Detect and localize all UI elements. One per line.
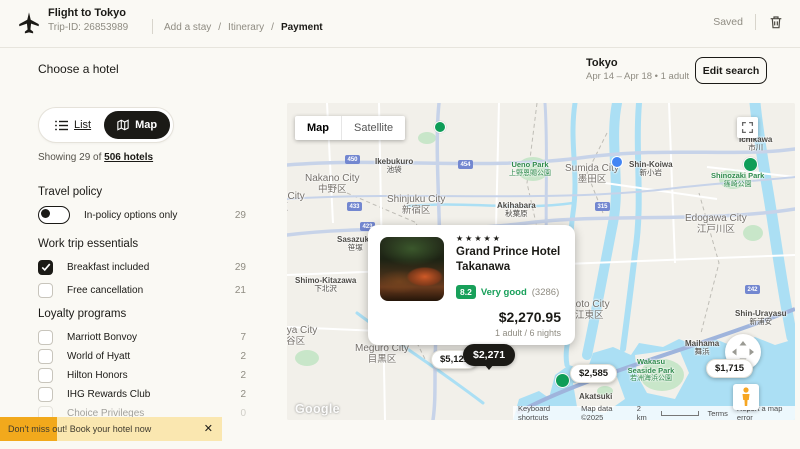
saved-status: Saved <box>713 16 743 28</box>
ihg-label: IHG Rewards Club <box>67 389 150 400</box>
hilton-label: Hilton Honors <box>67 370 128 381</box>
airplane-icon <box>16 10 42 36</box>
filter-row-breakfast: Breakfast included 29 <box>38 258 246 276</box>
hotel-card[interactable]: ★★★★★ Grand Prince Hotel Takanawa 8.2 Ve… <box>368 225 575 345</box>
google-logo: Google <box>295 402 340 416</box>
filter-row-marriott: Marriott Bonvoy 7 <box>38 328 246 346</box>
hotel-name: Grand Prince Hotel Takanawa <box>456 245 560 275</box>
ihg-checkbox[interactable] <box>38 387 53 402</box>
breakfast-count: 29 <box>235 262 246 273</box>
filter-row-cancellation: Free cancellation 21 <box>38 281 246 299</box>
map-type-satellite-button[interactable]: Satellite <box>341 116 405 140</box>
trip-title: Flight to Tokyo <box>48 7 126 19</box>
keyboard-shortcuts-link[interactable]: Keyboard shortcuts <box>518 404 572 420</box>
breadcrumb-separator: / <box>218 22 221 33</box>
hyatt-label: World of Hyatt <box>67 351 130 362</box>
promo-banner-text: Don't miss out! Book your hotel now <box>8 424 151 434</box>
in-policy-toggle[interactable] <box>38 206 70 224</box>
transit-poi-icon <box>611 156 623 168</box>
free-cancellation-checkbox[interactable] <box>38 283 53 298</box>
free-cancellation-count: 21 <box>235 285 246 296</box>
search-summary: Tokyo Apr 14 – Apr 18 • 1 adult <box>586 57 689 82</box>
scale-label: 2 km <box>637 404 651 420</box>
ihg-count: 2 <box>240 389 246 400</box>
breakfast-label: Breakfast included <box>67 262 149 273</box>
scale-bar <box>661 411 698 416</box>
close-icon[interactable]: ✕ <box>204 422 213 435</box>
promo-banner: Don't miss out! Book your hotel now ✕ <box>0 417 222 441</box>
hotel-price: $2,270.95 <box>495 309 561 325</box>
hilton-checkbox[interactable] <box>38 368 53 383</box>
results-summary: Showing 29 of 506 hotels <box>38 152 153 163</box>
review-count: (3286) <box>532 287 559 298</box>
hyatt-checkbox[interactable] <box>38 349 53 364</box>
list-view-button[interactable]: List <box>42 119 104 131</box>
edit-search-button[interactable]: Edit search <box>695 57 767 84</box>
hotel-rating: 8.2 Very good (3286) <box>456 285 559 299</box>
hotel-stars: ★★★★★ <box>456 234 502 243</box>
marriott-label: Marriott Bonvoy <box>67 332 137 343</box>
pegman-control[interactable] <box>733 384 759 410</box>
price-pin[interactable]: $1,715 <box>706 359 753 378</box>
work-trip-title: Work trip essentials <box>38 238 138 250</box>
park-poi-icon <box>743 157 758 172</box>
filter-row-hilton: Hilton Honors 2 <box>38 366 246 384</box>
breadcrumb-separator: / <box>271 22 274 33</box>
in-policy-label: In-policy options only <box>84 210 177 221</box>
map-view-label: Map <box>135 119 157 131</box>
map-type-control: Map Satellite <box>295 116 405 140</box>
filter-row-ihg: IHG Rewards Club 2 <box>38 385 246 403</box>
dates-occupancy-label: Apr 14 – Apr 18 • 1 adult <box>586 71 689 82</box>
filter-row-hyatt: World of Hyatt 2 <box>38 347 246 365</box>
top-header: Flight to Tokyo Trip-ID: 26853989 Add a … <box>0 0 800 48</box>
fullscreen-icon <box>741 121 754 134</box>
check-icon <box>41 262 51 272</box>
marriott-count: 7 <box>240 332 246 343</box>
in-policy-filter-row: In-policy options only 29 <box>38 206 246 224</box>
terms-link[interactable]: Terms <box>708 409 728 418</box>
hotel-photo <box>380 237 444 301</box>
breadcrumb: Add a stay / Itinerary / Payment <box>164 22 323 33</box>
hyatt-count: 2 <box>240 351 246 362</box>
travel-policy-title: Travel policy <box>38 186 102 198</box>
choice-count: 0 <box>240 408 246 419</box>
fullscreen-button[interactable] <box>737 117 758 138</box>
header-divider <box>152 19 153 34</box>
park-poi-icon <box>555 373 570 388</box>
breakfast-checkbox[interactable] <box>38 260 53 275</box>
rating-label: Very good <box>481 287 527 298</box>
price-pin[interactable]: $2,585 <box>570 364 617 383</box>
pegman-icon <box>740 387 752 407</box>
toggle-knob <box>41 209 50 218</box>
destination-label: Tokyo <box>586 57 689 69</box>
breadcrumb-itinerary[interactable]: Itinerary <box>228 22 264 33</box>
in-policy-count: 29 <box>235 210 246 221</box>
trash-icon[interactable] <box>768 14 784 30</box>
breadcrumb-payment[interactable]: Payment <box>281 22 323 33</box>
loyalty-title: Loyalty programs <box>38 308 126 320</box>
hilton-count: 2 <box>240 370 246 381</box>
map-type-map-button[interactable]: Map <box>295 116 341 140</box>
marriott-checkbox[interactable] <box>38 330 53 345</box>
hotel-price-block: $2,270.95 1 adult / 6 nights <box>495 309 561 338</box>
list-icon <box>55 120 68 131</box>
map-view-button[interactable]: Map <box>104 111 170 139</box>
view-toggle: List Map <box>38 107 174 143</box>
breadcrumb-add-a-stay[interactable]: Add a stay <box>164 22 211 33</box>
all-hotels-link[interactable]: 506 hotels <box>104 152 153 163</box>
park-poi-icon <box>434 121 446 133</box>
header-divider <box>755 14 756 30</box>
rating-badge: 8.2 <box>456 285 476 299</box>
map-data-label: Map data ©2025 <box>581 404 628 420</box>
page-title: Choose a hotel <box>38 62 119 76</box>
list-view-label: List <box>74 119 91 131</box>
map-icon <box>117 119 129 131</box>
price-pin-selected[interactable]: $2,271 <box>463 344 515 366</box>
free-cancellation-label: Free cancellation <box>67 285 143 296</box>
results-summary-text: Showing 29 of <box>38 152 104 163</box>
map-canvas[interactable]: Ikebukuro池袋 Nakano City中野区 Shinjuku City… <box>287 103 795 420</box>
hotel-stay-summary: 1 adult / 6 nights <box>495 328 561 338</box>
trip-id: Trip-ID: 26853989 <box>48 22 128 33</box>
